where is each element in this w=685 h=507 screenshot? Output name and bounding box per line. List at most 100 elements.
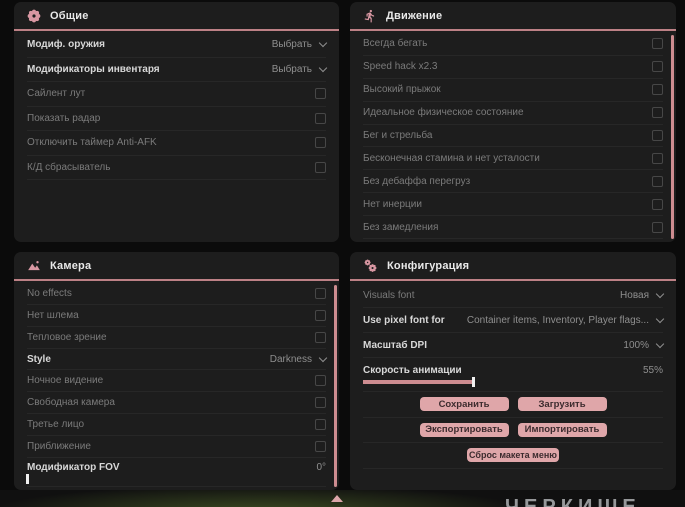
scrollbar[interactable]: [671, 35, 674, 239]
setting-row[interactable]: Visuals font Новая: [363, 283, 665, 308]
action-button[interactable]: Экспортировать: [419, 422, 509, 437]
dropdown[interactable]: Новая: [620, 289, 665, 301]
action-button[interactable]: Импортировать: [517, 422, 607, 437]
panel-general-header[interactable]: Общие: [14, 2, 339, 31]
setting-row[interactable]: Всегда бегать: [363, 33, 663, 56]
checkbox[interactable]: [315, 331, 326, 343]
checkbox[interactable]: [652, 198, 663, 210]
setting-row[interactable]: Отключить таймер Anti-AFK: [27, 131, 326, 156]
setting-row[interactable]: К/Д сбрасыватель: [27, 156, 326, 180]
setting-row[interactable]: Use pixel font for Container items, Inven…: [363, 308, 665, 333]
dropdown[interactable]: Darkness: [269, 353, 328, 365]
setting-label: Идеальное физическое состояние: [363, 107, 524, 119]
setting-row[interactable]: Сайлент лут: [27, 82, 326, 107]
panel-camera-body: No effects Нет шлема Тепловое зрение Style D…: [14, 283, 339, 488]
slider-handle[interactable]: [472, 377, 475, 387]
slider-value: 55%: [642, 365, 663, 376]
setting-label: Третье лицо: [27, 419, 85, 431]
reset-layout-button[interactable]: Сброс макета меню: [467, 448, 559, 463]
mountains-image-icon: [28, 260, 40, 270]
setting-label: К/Д сбрасыватель: [27, 161, 111, 173]
checkbox[interactable]: [652, 175, 663, 187]
checkbox[interactable]: [315, 137, 326, 149]
dropdown-value: Darkness: [269, 353, 312, 365]
dropdown-value: Новая: [620, 289, 649, 301]
setting-row[interactable]: Модиф. оружия Выбрать: [27, 33, 328, 58]
setting-label: Высокий прыжок: [363, 84, 441, 96]
setting-row[interactable]: Третье лицо: [27, 414, 326, 437]
checkbox[interactable]: [652, 38, 663, 50]
setting-row[interactable]: Бег и стрельба: [363, 125, 663, 148]
checkbox[interactable]: [315, 88, 326, 100]
checkbox[interactable]: [652, 152, 663, 164]
setting-label: Без замедления: [363, 221, 439, 233]
setting-row[interactable]: Нет шлема: [27, 305, 326, 327]
panel-title: Движение: [386, 9, 443, 22]
setting-label: Бесконечная стамина и нет усталости: [363, 152, 540, 164]
checkbox[interactable]: [315, 419, 326, 431]
checkbox[interactable]: [315, 375, 326, 387]
slider-value: 0°: [316, 462, 326, 474]
button-row: Экспортировать Импортировать: [363, 418, 663, 443]
panel-title: Камера: [50, 259, 92, 272]
dropdown[interactable]: Выбрать: [272, 39, 328, 50]
setting-label: Модификаторы инвентаря: [27, 63, 160, 75]
checkbox[interactable]: [652, 107, 663, 119]
checkbox[interactable]: [315, 309, 326, 321]
checkbox[interactable]: [652, 84, 663, 96]
setting-row[interactable]: Speed hack x2.3: [363, 56, 663, 79]
setting-label: Use pixel font for: [363, 314, 445, 326]
dropdown[interactable]: Выбрать: [272, 63, 328, 75]
slider-track[interactable]: [26, 474, 319, 485]
panel-camera-header[interactable]: Камера: [14, 252, 339, 281]
panel-camera: Камера No effects Нет шлема Тепловое зрени…: [14, 252, 339, 490]
setting-row[interactable]: Скорость анимации 55%: [363, 358, 663, 392]
panel-movement-header[interactable]: Движение: [350, 2, 676, 31]
checkbox[interactable]: [315, 161, 326, 173]
panel-general: Общие Модиф. оружия Выбрать Модификаторы и…: [14, 2, 339, 242]
setting-row[interactable]: Идеальное физическое состояние: [363, 102, 663, 125]
setting-row[interactable]: Ночное видение: [27, 370, 326, 393]
setting-row[interactable]: Масштаб DPI 100%: [363, 333, 665, 358]
setting-row[interactable]: Без дебаффа перегруз: [363, 170, 663, 194]
dropdown[interactable]: 100%: [623, 339, 665, 351]
checkbox[interactable]: [652, 61, 663, 73]
resize-arrow-icon[interactable]: [331, 495, 343, 502]
chevron-down-icon: [318, 63, 328, 72]
setting-row[interactable]: Модификатор FOV 0°: [26, 458, 326, 488]
checkbox[interactable]: [652, 130, 663, 141]
setting-row[interactable]: Нет инерции: [363, 193, 663, 217]
panel-config-body: Visuals font Новая Use pixel font for Conta…: [350, 283, 676, 487]
setting-row[interactable]: Приближение: [27, 436, 326, 458]
checkbox[interactable]: [315, 440, 326, 452]
slider-row-header: Модификатор FOV 0°: [27, 462, 326, 473]
setting-row[interactable]: Показать радар: [27, 107, 326, 131]
setting-row[interactable]: Без замедления: [363, 216, 663, 240]
dropdown[interactable]: Container items, Inventory, Player flags…: [467, 314, 665, 326]
scrollbar[interactable]: [334, 285, 337, 487]
setting-label: Style: [27, 353, 51, 365]
setting-row[interactable]: No effects: [27, 283, 326, 305]
checkbox[interactable]: [315, 287, 326, 299]
checkbox[interactable]: [315, 112, 326, 124]
checkbox[interactable]: [652, 221, 663, 233]
setting-label: Приближение: [27, 440, 91, 452]
setting-label: No effects: [27, 287, 72, 299]
checkbox[interactable]: [315, 397, 326, 409]
setting-row[interactable]: Бесконечная стамина и нет усталости: [363, 147, 663, 171]
setting-row[interactable]: Style Darkness: [27, 349, 328, 371]
slider-track[interactable]: [363, 377, 563, 387]
setting-row[interactable]: Свободная камера: [27, 392, 326, 415]
slider-handle[interactable]: [26, 474, 29, 485]
panel-title: Общие: [50, 9, 89, 22]
panel-general-body: Модиф. оружия Выбрать Модификаторы инвента…: [14, 33, 339, 239]
setting-label: Скорость анимации: [363, 365, 462, 376]
action-button[interactable]: Сохранить: [419, 397, 509, 412]
action-button[interactable]: Загрузить: [517, 397, 607, 412]
chevron-down-icon: [655, 289, 665, 298]
panel-config: Конфигурация Visuals font Новая Use pixel …: [350, 252, 676, 490]
setting-row[interactable]: Тепловое зрение: [27, 327, 326, 349]
setting-row[interactable]: Высокий прыжок: [363, 79, 663, 102]
panel-config-header[interactable]: Конфигурация: [350, 252, 676, 281]
setting-row[interactable]: Модификаторы инвентаря Выбрать: [27, 58, 328, 82]
